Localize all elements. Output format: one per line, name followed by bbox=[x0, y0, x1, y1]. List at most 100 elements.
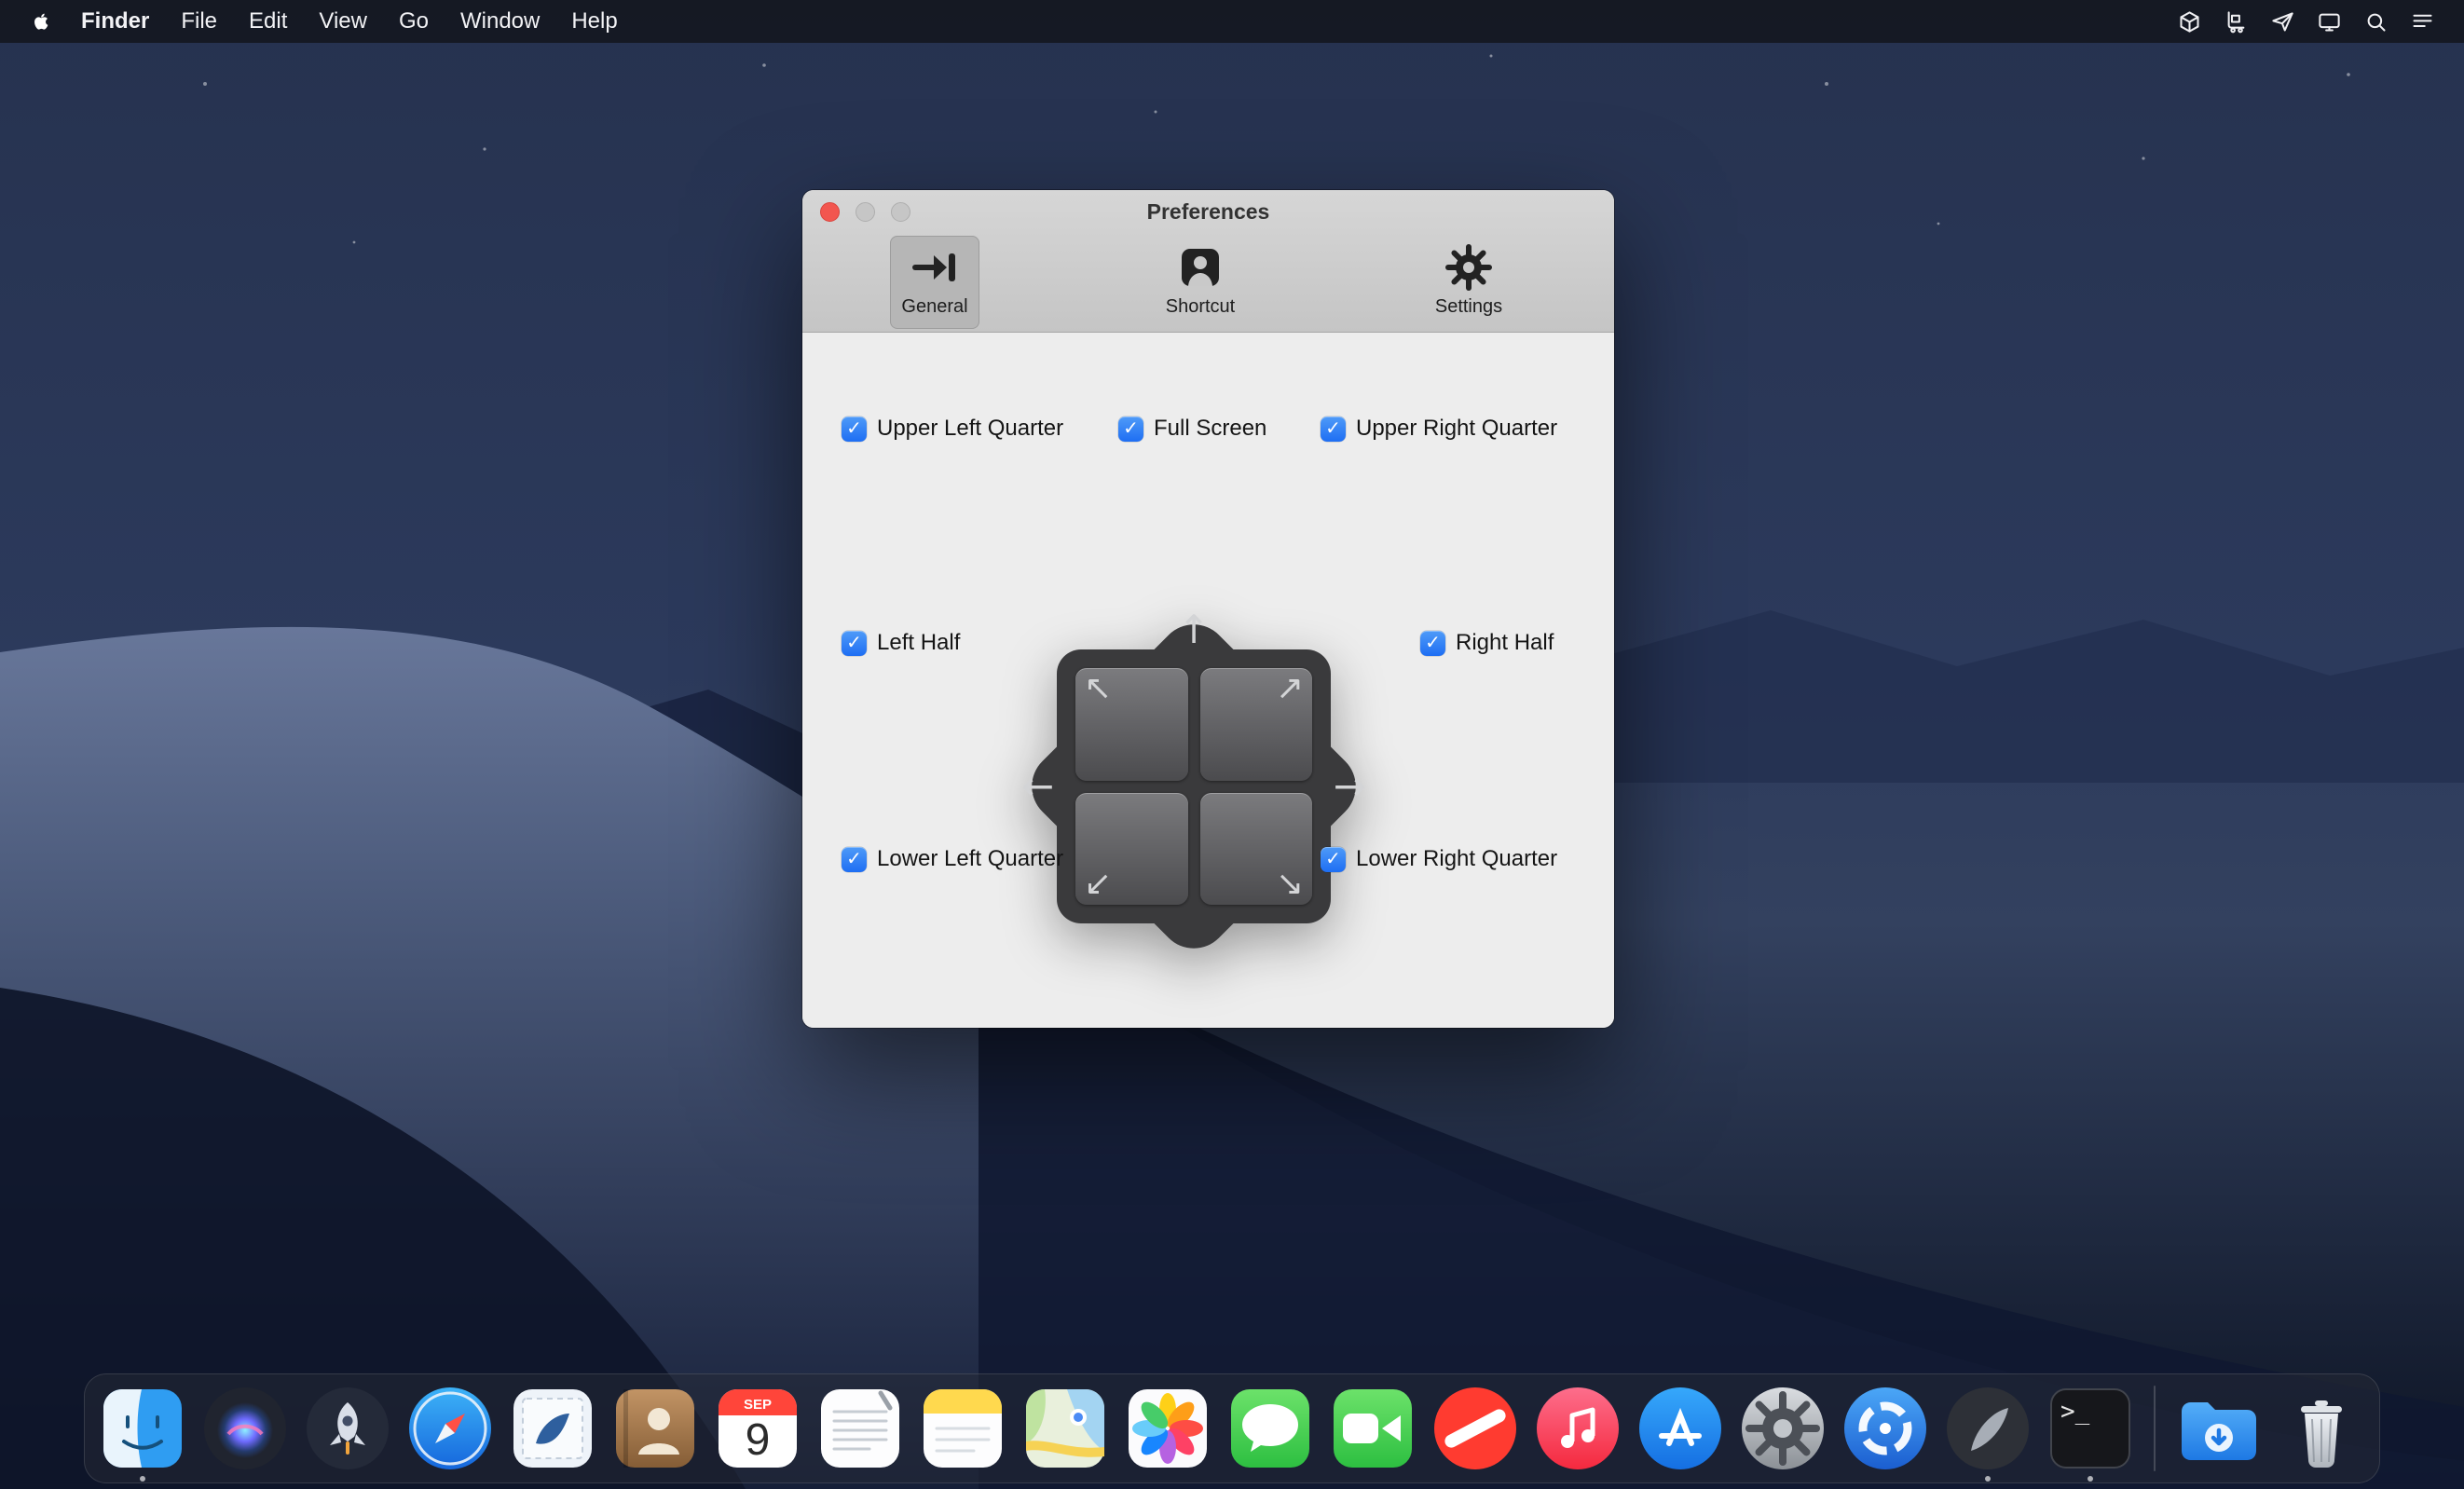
dock-item-maps[interactable] bbox=[1020, 1384, 1110, 1473]
quadrant-tile-lower-left: ↙ bbox=[1075, 793, 1188, 906]
move-to-edge-icon bbox=[910, 242, 960, 293]
menu-item-view[interactable]: View bbox=[303, 0, 383, 43]
dock-item-messages[interactable] bbox=[1225, 1384, 1315, 1473]
checkbox-label: Lower Left Quarter bbox=[877, 846, 1063, 872]
dock-item-calendar[interactable]: SEP 9 bbox=[713, 1384, 802, 1473]
quadrant-tile-lower-right: ↘ bbox=[1200, 793, 1313, 906]
dock-item-photos[interactable] bbox=[1123, 1384, 1212, 1473]
notification-list-icon[interactable] bbox=[2406, 7, 2438, 36]
checkbox[interactable]: ✓ bbox=[1118, 417, 1143, 442]
checkbox-item-left-half[interactable]: ✓ Left Half bbox=[842, 628, 960, 658]
running-indicator bbox=[2088, 1476, 2093, 1482]
check-icon: ✓ bbox=[846, 849, 862, 867]
graphic-quadrant-tiles: ↖ ↗ ↙ ↘ bbox=[1075, 668, 1312, 905]
tab-label: General bbox=[901, 296, 967, 318]
check-icon: ✓ bbox=[1425, 633, 1441, 651]
gear-icon bbox=[1444, 242, 1494, 293]
running-indicator bbox=[1985, 1476, 1991, 1482]
tab-general[interactable]: General bbox=[890, 236, 979, 329]
dock-separator bbox=[2154, 1386, 2156, 1471]
apple-menu[interactable] bbox=[22, 9, 60, 34]
checkbox[interactable]: ✓ bbox=[842, 847, 867, 872]
tab-label: Settings bbox=[1435, 296, 1502, 318]
dock-item-trash[interactable] bbox=[2277, 1384, 2366, 1473]
dock-item-disk-utility[interactable] bbox=[1841, 1384, 1930, 1473]
dock-item-finder[interactable] bbox=[98, 1384, 187, 1473]
dock-item-window-manager[interactable] bbox=[1943, 1384, 2033, 1473]
arrow-left-icon: ← bbox=[1021, 767, 1054, 806]
calendar-month-label: SEP bbox=[744, 1397, 772, 1413]
dock-item-terminal[interactable]: >_ bbox=[2046, 1384, 2135, 1473]
check-icon: ✓ bbox=[846, 633, 862, 651]
dock-item-safari[interactable] bbox=[405, 1384, 495, 1473]
checkbox[interactable]: ✓ bbox=[842, 631, 867, 656]
menu-item-go[interactable]: Go bbox=[383, 0, 445, 43]
dock-item-contacts[interactable] bbox=[610, 1384, 700, 1473]
terminal-prompt-label: >_ bbox=[2060, 1398, 2090, 1426]
checkbox-label: Upper Right Quarter bbox=[1356, 416, 1557, 442]
checkbox[interactable]: ✓ bbox=[1321, 847, 1346, 872]
arrow-up-right-icon: ↗ bbox=[1276, 672, 1304, 705]
check-icon: ✓ bbox=[846, 418, 862, 437]
arrow-right-icon: → bbox=[1334, 767, 1366, 806]
window-header[interactable]: Preferences General Shortcut bbox=[802, 190, 1614, 333]
tab-label: Shortcut bbox=[1166, 296, 1235, 318]
display-mirroring-icon[interactable] bbox=[2313, 7, 2345, 36]
dock-item-system-preferences[interactable] bbox=[1738, 1384, 1827, 1473]
menu-bar: Finder File Edit View Go Window Help bbox=[0, 0, 2464, 43]
dock-item-app-store[interactable] bbox=[1636, 1384, 1725, 1473]
checkbox-item-lower-right-quarter[interactable]: ✓ Lower Right Quarter bbox=[1321, 844, 1557, 874]
checkbox-label: Left Half bbox=[877, 630, 960, 656]
dock-item-no-entry-app[interactable] bbox=[1430, 1384, 1520, 1473]
dock-item-mail[interactable] bbox=[508, 1384, 597, 1473]
dock: SEP 9 bbox=[84, 1373, 2380, 1483]
arrow-down-left-icon: ↙ bbox=[1084, 867, 1112, 901]
menu-item-edit[interactable]: Edit bbox=[233, 0, 303, 43]
quadrant-tile-upper-left: ↖ bbox=[1075, 668, 1188, 781]
checkbox-label: Upper Left Quarter bbox=[877, 416, 1063, 442]
quadrant-tile-upper-right: ↗ bbox=[1200, 668, 1313, 781]
checkbox[interactable]: ✓ bbox=[842, 417, 867, 442]
dock-item-music[interactable] bbox=[1533, 1384, 1622, 1473]
check-icon: ✓ bbox=[1123, 418, 1139, 437]
dock-item-downloads[interactable] bbox=[2174, 1384, 2264, 1473]
arrow-up-icon: ↑ bbox=[1177, 610, 1210, 649]
arrow-up-left-icon: ↖ bbox=[1084, 672, 1112, 705]
dock-item-launchpad[interactable] bbox=[303, 1384, 392, 1473]
dock-item-facetime[interactable] bbox=[1328, 1384, 1417, 1473]
running-indicator bbox=[140, 1476, 145, 1482]
dock-item-siri[interactable] bbox=[200, 1384, 290, 1473]
arrow-down-right-icon: ↘ bbox=[1276, 867, 1304, 901]
window-title: Preferences bbox=[802, 199, 1614, 225]
desktop: Finder File Edit View Go Window Help bbox=[0, 0, 2464, 1489]
hand-truck-icon[interactable] bbox=[2220, 7, 2252, 36]
menu-item-finder[interactable]: Finder bbox=[65, 0, 165, 43]
preferences-window: Preferences General Shortcut bbox=[802, 190, 1614, 1028]
traffic-lights bbox=[820, 202, 910, 222]
checkbox-item-lower-left-quarter[interactable]: ✓ Lower Left Quarter bbox=[842, 844, 1063, 874]
close-button[interactable] bbox=[820, 202, 840, 222]
checkbox[interactable]: ✓ bbox=[1420, 631, 1445, 656]
menu-item-help[interactable]: Help bbox=[555, 0, 633, 43]
minimize-button bbox=[856, 202, 875, 222]
calendar-day-label: 9 bbox=[746, 1415, 771, 1465]
checkbox-item-right-half[interactable]: ✓ Right Half bbox=[1420, 628, 1554, 658]
check-icon: ✓ bbox=[1325, 418, 1341, 437]
checkbox[interactable]: ✓ bbox=[1321, 417, 1346, 442]
window-layout-graphic: ↖ ↗ ↙ ↘ ↑ ← → bbox=[1018, 610, 1370, 963]
tab-shortcut[interactable]: Shortcut bbox=[1156, 236, 1245, 329]
dock-item-textedit[interactable] bbox=[815, 1384, 905, 1473]
spotlight-search-icon[interactable] bbox=[2360, 7, 2391, 36]
menu-item-file[interactable]: File bbox=[165, 0, 233, 43]
box-icon[interactable] bbox=[2173, 7, 2205, 36]
user-card-icon bbox=[1175, 242, 1225, 293]
tab-settings[interactable]: Settings bbox=[1424, 236, 1513, 329]
dock-item-notes[interactable] bbox=[918, 1384, 1007, 1473]
menu-bar-status-tray bbox=[2173, 7, 2464, 36]
menu-item-window[interactable]: Window bbox=[445, 0, 555, 43]
checkbox-label: Full Screen bbox=[1154, 416, 1266, 442]
checkbox-item-upper-left-quarter[interactable]: ✓ Upper Left Quarter bbox=[842, 414, 1063, 444]
checkbox-item-full-screen[interactable]: ✓ Full Screen bbox=[1118, 414, 1266, 444]
paper-plane-icon[interactable] bbox=[2266, 7, 2298, 36]
checkbox-item-upper-right-quarter[interactable]: ✓ Upper Right Quarter bbox=[1321, 414, 1557, 444]
